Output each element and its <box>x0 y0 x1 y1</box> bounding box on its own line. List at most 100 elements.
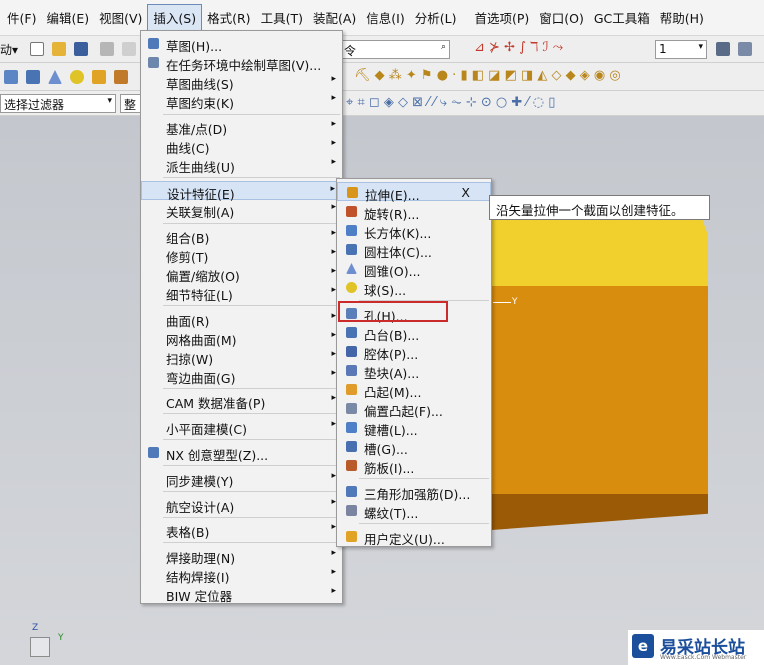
layer-settings-icon[interactable] <box>716 42 730 56</box>
selection-filter-select[interactable]: 选择过滤器 ▾ <box>0 94 116 113</box>
surface-toolbar-icons[interactable]: ⛏ ◆ ⁂ ✦ ⚑ ● · ▮ ◧ ◪ ◩ ◨ ◭ ◇ ◆ ◈ ◉ ◎ <box>354 68 621 83</box>
cone-icon <box>346 263 357 274</box>
insert-menu-item-curve[interactable]: 曲线(C) ▸ <box>141 136 342 156</box>
insert-menu-item-trim[interactable]: 修剪(T) ▸ <box>141 245 342 265</box>
insert-menu-item-flange-surface[interactable]: 弯边曲面(G) ▸ <box>141 366 342 386</box>
design-feature-item-sphere[interactable]: 球(S)... <box>337 278 491 298</box>
menu-edit[interactable]: 编辑(E) <box>41 5 94 30</box>
design-feature-item-extrude[interactable]: 拉伸(E)... X <box>337 182 491 203</box>
insert-menu: 草图(H)... 在任务环境中绘制草图(V)... 草图曲线(S) ▸ 草图约束(… <box>140 30 343 604</box>
menu-window[interactable]: 窗口(O) <box>534 5 589 30</box>
insert-menu-item-combine[interactable]: 组合(B) ▸ <box>141 226 342 246</box>
revolve-icon <box>346 206 357 217</box>
insert-menu-item-detail-feature[interactable]: 细节特征(L) ▸ <box>141 283 342 303</box>
submenu-arrow-icon: ▸ <box>331 548 336 558</box>
menu-separator <box>163 465 340 466</box>
view-triad[interactable]: Z Y <box>24 623 70 663</box>
design-feature-item-rib[interactable]: 筋板(I)... <box>337 456 491 476</box>
insert-menu-item-sketch[interactable]: 草图(H)... <box>141 34 342 54</box>
insert-menu-item-structure-welding[interactable]: 结构焊接(I) ▸ <box>141 565 342 585</box>
layer-select[interactable]: 1 ▾ <box>655 40 707 59</box>
design-feature-item-dart[interactable]: 三角形加强筋(D)... <box>337 482 491 502</box>
insert-menu-item-weld-assistant[interactable]: 焊接助理(N) ▸ <box>141 546 342 566</box>
design-feature-item-groove[interactable]: 槽(G)... <box>337 437 491 457</box>
insert-menu-item-offset-scale[interactable]: 偏置/缩放(O) ▸ <box>141 264 342 284</box>
insert-menu-item-facet-modeling[interactable]: 小平面建模(C) ▸ <box>141 417 342 437</box>
insert-menu-item-datum-point[interactable]: 基准/点(D) ▸ <box>141 117 342 137</box>
menu-preferences[interactable]: 首选项(P) <box>469 5 534 30</box>
design-feature-item-revolve[interactable]: 旋转(R)... <box>337 202 491 222</box>
chevron-down-icon: ▾ <box>107 96 112 106</box>
insert-menu-item-aerospace-design[interactable]: 航空设计(A) ▸ <box>141 495 342 515</box>
snap-point-icons[interactable]: ⌖ ⌗ ◻ ◈ ◇ ⊠ ⁄ ⁄ ⤷ ⏦ ⊹ ⊙ ○ ✚ ⁄ ◌ ▯ <box>346 95 555 110</box>
design-feature-item-emboss[interactable]: 凸起(M)... <box>337 380 491 400</box>
menu-view[interactable]: 视图(V) <box>94 5 147 30</box>
design-feature-item-thread[interactable]: 螺纹(T)... <box>337 501 491 521</box>
snap-toolbar-icons[interactable]: ⊿ ⊁ ✢ ∫ ℸ ℐ ⤳ <box>474 40 563 55</box>
submenu-arrow-icon: ▸ <box>331 586 336 596</box>
menu-separator <box>163 305 340 306</box>
block-icon <box>346 225 357 236</box>
design-feature-item-offset-emboss[interactable]: 偏置凸起(F)... <box>337 399 491 419</box>
assembly-scope-select[interactable]: 整 <box>120 94 142 113</box>
menu-analysis[interactable]: 分析(L) <box>410 5 462 30</box>
design-feature-item-pocket[interactable]: 腔体(P)... <box>337 342 491 362</box>
block-top-face[interactable] <box>478 210 708 286</box>
block-front-face[interactable] <box>478 286 708 494</box>
start-button[interactable]: 动▾ <box>0 41 18 58</box>
block-bottom-face[interactable] <box>478 494 708 530</box>
search-icon[interactable]: ⌕ <box>441 42 446 52</box>
design-feature-item-boss[interactable]: 凸台(B)... <box>337 323 491 343</box>
design-feature-item-user-defined[interactable]: 用户定义(U)... <box>337 527 491 547</box>
insert-menu-item-synchronous-modeling[interactable]: 同步建模(Y) ▸ <box>141 469 342 489</box>
extrude-shape-icon[interactable] <box>92 70 106 84</box>
command-search-input[interactable]: 令 ⌕ <box>340 40 450 59</box>
menu-separator <box>163 177 340 178</box>
rib-icon <box>346 460 357 471</box>
design-feature-item-slot[interactable]: 键槽(L)... <box>337 418 491 438</box>
save-icon[interactable] <box>74 42 88 56</box>
sphere-shape-icon[interactable] <box>70 70 84 84</box>
box-shape-icon[interactable] <box>4 70 18 84</box>
insert-menu-item-derived-curve[interactable]: 派生曲线(U) ▸ <box>141 155 342 175</box>
cone-shape-icon[interactable] <box>48 70 62 84</box>
menu-format[interactable]: 格式(R) <box>202 5 255 30</box>
menu-tools[interactable]: 工具(T) <box>256 5 308 30</box>
insert-menu-item-sketch-curves[interactable]: 草图曲线(S) ▸ <box>141 72 342 92</box>
insert-menu-item-table[interactable]: 表格(B) ▸ <box>141 520 342 540</box>
insert-menu-item-cam-prep[interactable]: CAM 数据准备(P) ▸ <box>141 391 342 411</box>
design-feature-item-block[interactable]: 长方体(K)... <box>337 221 491 241</box>
pad-icon <box>346 365 357 376</box>
watermark-subtitle: Www.Easck.Com Webmaster <box>660 654 747 661</box>
insert-menu-item-surface[interactable]: 曲面(R) ▸ <box>141 309 342 329</box>
menu-insert[interactable]: 插入(S) <box>147 4 203 31</box>
new-file-icon[interactable] <box>30 42 44 56</box>
insert-menu-item-associative-copy[interactable]: 关联复制(A) ▸ <box>141 200 342 220</box>
gear-icon[interactable] <box>738 42 752 56</box>
insert-menu-item-nx-realize-shape[interactable]: NX 创意塑型(Z)... <box>141 443 342 463</box>
insert-menu-item-design-feature[interactable]: 设计特征(E) ▸ <box>141 181 342 202</box>
insert-menu-item-sweep[interactable]: 扫掠(W) ▸ <box>141 347 342 367</box>
insert-menu-item-biw-locator[interactable]: BIW 定位器 ▸ <box>141 584 342 604</box>
insert-menu-item-sketch-in-task[interactable]: 在任务环境中绘制草图(V)... <box>141 53 342 73</box>
extrude-icon <box>347 187 358 198</box>
design-feature-item-cone[interactable]: 圆锥(O)... <box>337 259 491 279</box>
triad-y-label: Y <box>58 633 64 643</box>
menu-gc-toolkit[interactable]: GC工具箱 <box>589 5 655 30</box>
menu-help[interactable]: 帮助(H) <box>655 5 709 30</box>
open-file-icon[interactable] <box>52 42 66 56</box>
insert-menu-item-sketch-constraints[interactable]: 草图约束(K) ▸ <box>141 91 342 111</box>
cylinder-shape-icon[interactable] <box>26 70 40 84</box>
menu-file[interactable]: 件(F) <box>2 5 41 30</box>
menu-assemblies[interactable]: 装配(A) <box>308 5 361 30</box>
design-feature-item-cylinder[interactable]: 圆柱体(C)... <box>337 240 491 260</box>
design-feature-item-pad[interactable]: 垫块(A)... <box>337 361 491 381</box>
watermark-logo-icon: e <box>632 634 654 658</box>
revolve-shape-icon[interactable] <box>114 70 128 84</box>
standard-toolbar: 动▾ 令 ⌕ ⊿ ⊁ ✢ ∫ ℸ ℐ ⤳ 1 ▾ <box>0 36 764 63</box>
menu-information[interactable]: 信息(I) <box>361 5 409 30</box>
cut-icon[interactable] <box>100 42 114 56</box>
copy-icon[interactable] <box>122 42 136 56</box>
insert-menu-item-mesh-surface[interactable]: 网格曲面(M) ▸ <box>141 328 342 348</box>
menu-separator <box>163 413 340 414</box>
